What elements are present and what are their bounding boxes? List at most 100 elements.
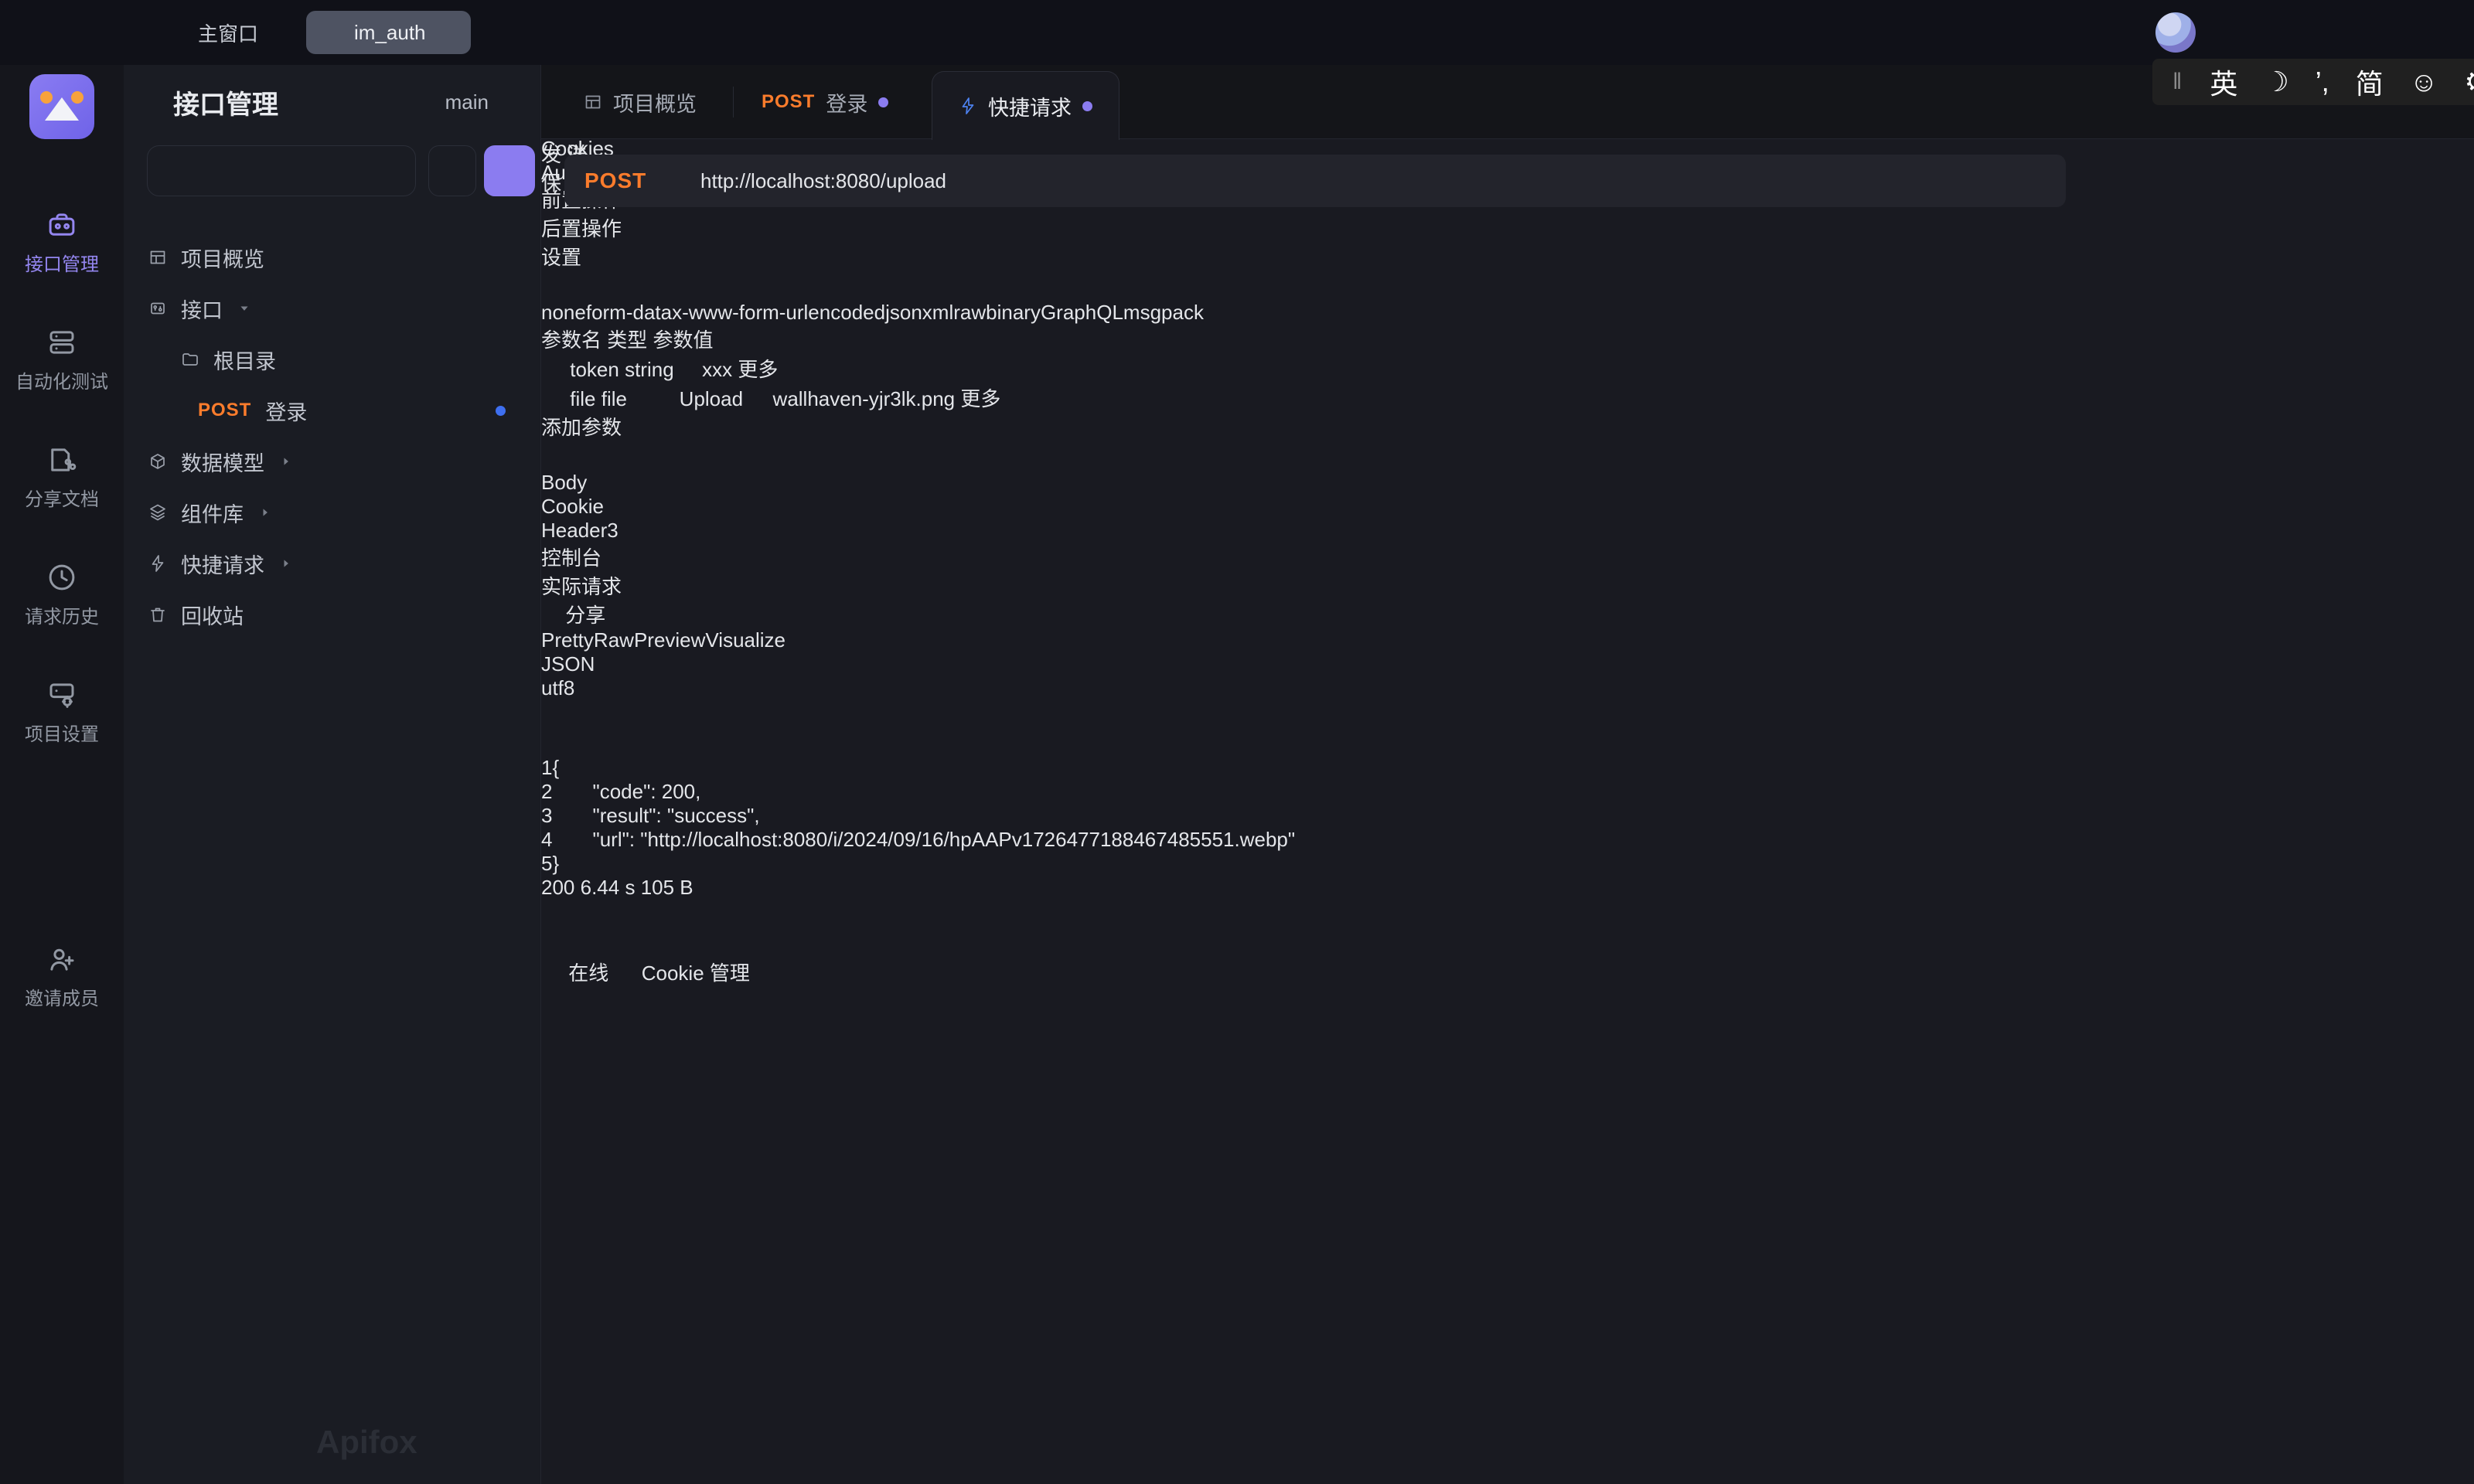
rail-item-request-history[interactable]: 请求历史 (0, 561, 124, 642)
code-line[interactable]: 1{ (541, 756, 2474, 780)
request-tab-设置[interactable]: 设置 (541, 242, 2474, 271)
tree-item-data-models[interactable]: 数据模型 (124, 436, 541, 487)
response-url-link[interactable]: "http://localhost:8080/i/2024/09/16/hpAA… (640, 828, 1295, 851)
body-type-x-www-form-urlencoded[interactable]: x-www-form-urlencoded (672, 301, 885, 324)
enabled-check-icon[interactable] (541, 353, 564, 376)
generate-code-icon[interactable] (541, 271, 566, 295)
search-response-icon[interactable] (598, 727, 622, 751)
tree-item-recycle-bin[interactable]: 回收站 (124, 589, 541, 640)
upload-button[interactable]: Upload (655, 387, 748, 410)
response-tab-实际请求[interactable]: 实际请求 (541, 571, 2474, 600)
param-row-token[interactable]: token string xxx 更多 (541, 353, 2474, 383)
rail-item-share-docs[interactable]: 分享文档 (0, 444, 124, 524)
response-tab-cookie[interactable]: Cookie (541, 495, 2474, 519)
body-type-raw[interactable]: raw (953, 301, 986, 324)
method-select[interactable]: POST (584, 168, 700, 193)
format-select[interactable]: JSON (541, 652, 2474, 676)
theme-icon[interactable] (784, 957, 807, 980)
tree-item-quick-requests[interactable]: 快捷请求 (124, 538, 541, 589)
body-type-binary[interactable]: binary (986, 301, 1041, 324)
ime-emoji-icon[interactable]: ☺ (2410, 66, 2438, 98)
rail-item-project-settings[interactable]: 项目设置 (0, 679, 124, 759)
tree-item-apis[interactable]: 接口 (124, 283, 541, 334)
add-new-button[interactable] (484, 145, 535, 196)
caret-right-icon[interactable] (278, 556, 294, 571)
encoding-select[interactable]: utf8 (541, 676, 2474, 700)
caret-down-icon[interactable] (237, 301, 252, 316)
response-tab-body[interactable]: Body (541, 471, 2474, 495)
attached-file[interactable]: wallhaven-yjr3lk.png (748, 387, 960, 410)
param-row-file[interactable]: file file Upload wallhaven-yjr3lk.png 更多 (541, 383, 2474, 412)
ime-script-indicator[interactable]: 简 (2356, 62, 2384, 102)
tab-project-overview[interactable]: 项目概览 (576, 65, 704, 139)
view-mode-raw[interactable]: Raw (594, 628, 634, 652)
remove-row-icon[interactable] (784, 353, 807, 376)
upgrade-icon[interactable] (755, 957, 779, 980)
tree-item-components[interactable]: 组件库 (124, 487, 541, 538)
home-window-button[interactable]: 主窗口 (162, 19, 258, 47)
caret-right-icon[interactable] (278, 454, 294, 469)
filter-button[interactable] (428, 145, 476, 196)
help-icon[interactable] (813, 957, 837, 980)
caret-right-icon[interactable] (257, 505, 273, 520)
body-type-xml[interactable]: xml (922, 301, 953, 324)
view-mode-pretty[interactable]: Pretty (541, 628, 594, 652)
param-name[interactable]: file (570, 387, 595, 410)
param-name[interactable]: token (570, 358, 619, 381)
ime-moon-icon[interactable]: ☽ (2264, 66, 2288, 98)
branch-selector[interactable]: main (419, 90, 512, 114)
window-tab-im-auth[interactable]: im_auth (306, 11, 471, 54)
tab-quick-request[interactable]: 快捷请求 (932, 71, 1119, 140)
code-line[interactable]: 2 "code": 200, (541, 780, 2474, 804)
project-logo[interactable] (29, 74, 94, 139)
body-type-msgpack[interactable]: msgpack (1123, 301, 1204, 324)
wrap-lines-button[interactable] (541, 700, 2474, 727)
rail-item-invite-members[interactable]: 邀请成员 (0, 943, 124, 1023)
param-type-select[interactable]: string (625, 358, 702, 381)
settings-gear-icon[interactable] (2063, 21, 2086, 44)
remove-row-icon[interactable] (1007, 383, 1030, 406)
body-type-form-data[interactable]: form-data (586, 301, 672, 324)
url-input-value[interactable]: http://localhost:8080/upload (700, 169, 946, 193)
code-line[interactable]: 3 "result": "success", (541, 804, 2474, 828)
pin-window-icon[interactable] (2234, 21, 2258, 44)
copy-response-icon[interactable] (570, 727, 593, 751)
response-body-editor[interactable]: 1{2 "code": 200, 3 "result": "success", 4 "ur… (541, 756, 2474, 876)
ime-settings-icon[interactable]: ⚙ (2464, 66, 2474, 98)
tab-overflow-icon[interactable] (1197, 88, 1225, 116)
ime-punctuation-icon[interactable]: ’, (2316, 66, 2329, 98)
body-type-GraphQL[interactable]: GraphQL (1041, 301, 1123, 324)
param-value[interactable]: xxx (702, 358, 732, 381)
more-button[interactable]: 更多 (960, 387, 1000, 410)
restore-window-icon[interactable] (2367, 21, 2391, 44)
rail-item-api-management[interactable]: 接口管理 (0, 209, 124, 289)
more-button[interactable]: 更多 (738, 358, 778, 381)
download-response-icon[interactable] (541, 727, 564, 751)
response-tab-控制台[interactable]: 控制台 (541, 543, 2474, 571)
view-mode-preview[interactable]: Preview (634, 628, 705, 652)
tree-item-project-overview[interactable]: 项目概览 (124, 232, 541, 283)
ime-lang-indicator[interactable]: 英 (2210, 62, 2237, 102)
url-field[interactable]: POST http://localhost:8080/upload (564, 155, 2066, 207)
tab-login[interactable]: POST 登录 (754, 65, 896, 139)
add-param-row[interactable]: 添加参数 (541, 412, 2474, 441)
search-input[interactable] (147, 145, 416, 196)
response-tab-header[interactable]: Header3 (541, 519, 2474, 543)
tree-item-root-folder[interactable]: 根目录 (124, 334, 541, 385)
body-type-json[interactable]: json (885, 301, 922, 324)
param-type-select[interactable]: file (601, 387, 656, 410)
sync-icon[interactable] (2016, 21, 2040, 44)
body-type-none[interactable]: none (541, 301, 586, 324)
pane-splitter[interactable] (541, 441, 2474, 471)
cookie-manager-button[interactable]: Cookie 管理 (614, 962, 755, 985)
code-line[interactable]: 5} (541, 852, 2474, 876)
view-mode-visualize[interactable]: Visualize (705, 628, 785, 652)
close-window-icon[interactable] (2434, 21, 2457, 44)
ime-drag-handle[interactable]: ‖ (2172, 69, 2183, 95)
notifications-bell-icon[interactable] (2109, 21, 2132, 44)
ime-toolbar[interactable]: ‖ 英 ☽ ’, 简 ☺ ⚙ (2152, 59, 2474, 105)
rail-item-automated-testing[interactable]: 自动化测试 (0, 326, 124, 407)
enabled-check-icon[interactable] (541, 383, 564, 406)
share-button[interactable]: 分享 (541, 604, 605, 627)
online-status[interactable]: 在线 (541, 962, 614, 985)
